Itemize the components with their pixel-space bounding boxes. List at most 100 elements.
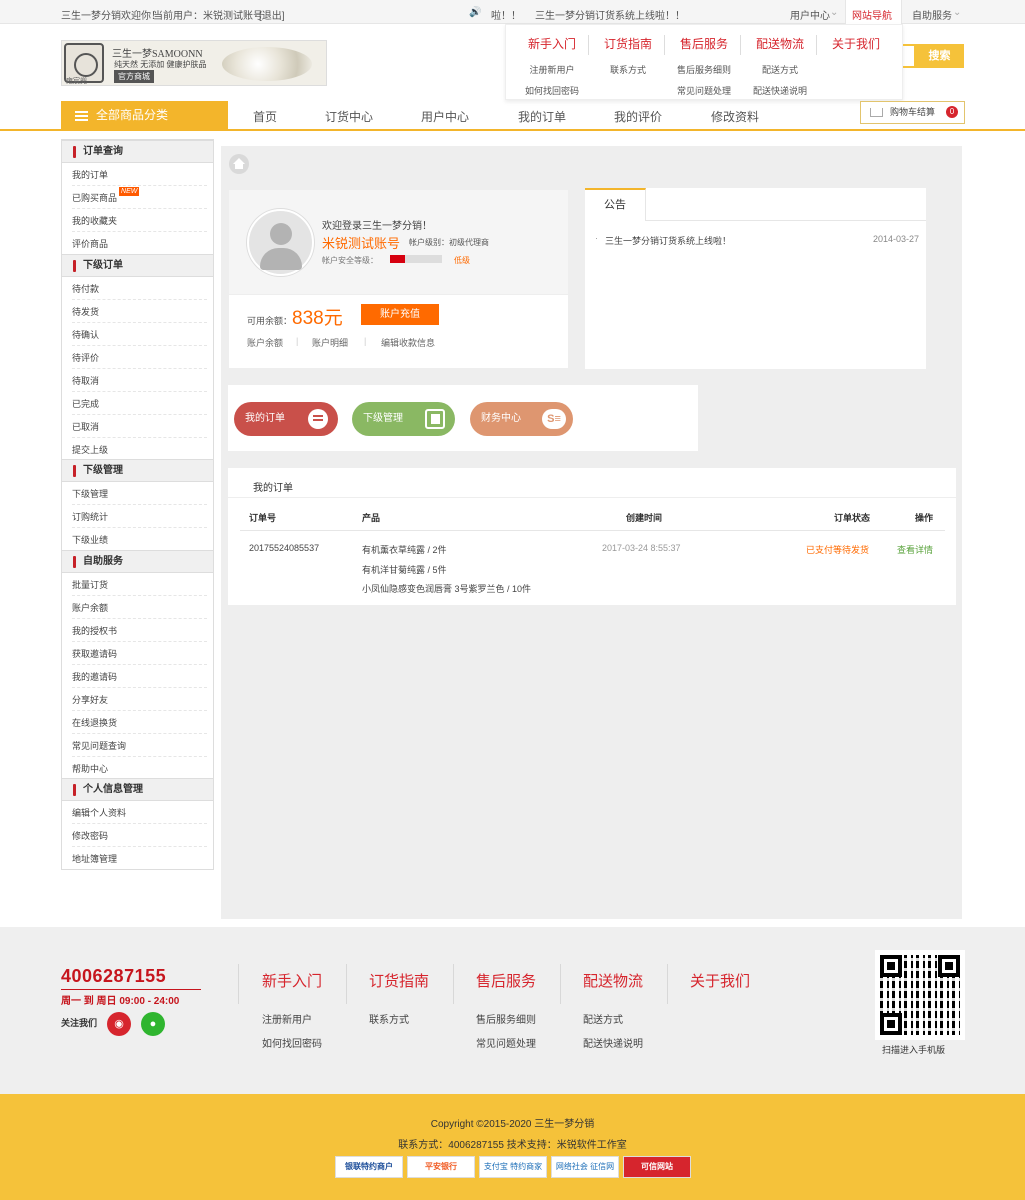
account-level: 帐户级别：初级代理商 — [409, 238, 489, 247]
sidebar-item[interactable]: 地址簿管理 — [72, 848, 207, 870]
user-center-link[interactable]: 用户中心 — [790, 7, 830, 22]
dropnav-link[interactable]: 售后服务细则 — [666, 60, 742, 81]
section-marker-icon — [73, 146, 76, 158]
nav-item-edit-profile[interactable]: 修改资料 — [711, 108, 759, 125]
divider: | — [296, 336, 299, 346]
nav-item-order-center[interactable]: 订货中心 — [325, 108, 373, 125]
order-product[interactable]: 有机洋甘菊纯露 / 5件 — [362, 563, 447, 576]
footer-link[interactable]: 注册新用户 — [262, 1011, 312, 1026]
logout-link[interactable]: [退出] — [259, 7, 285, 22]
sidebar-item[interactable]: 常见问题查询 — [72, 735, 207, 757]
cart-button[interactable]: 购物车结算 0 — [860, 101, 965, 124]
nav-item-home[interactable]: 首页 — [253, 108, 277, 125]
dropnav-title[interactable]: 关于我们 — [818, 35, 894, 52]
footer-link[interactable]: 常见问题处理 — [476, 1035, 536, 1050]
sidebar-item[interactable]: 待付款 — [72, 278, 207, 300]
footer-link[interactable]: 如何找回密码 — [262, 1035, 322, 1050]
sidebar-item[interactable]: 待评价 — [72, 347, 207, 369]
dropnav-title[interactable]: 售后服务 — [666, 35, 742, 52]
order-product[interactable]: 有机薰衣草纯露 / 2件 — [362, 543, 447, 556]
divider — [740, 35, 741, 55]
nav-item-my-reviews[interactable]: 我的评价 — [614, 108, 662, 125]
sidebar-item[interactable]: 修改密码 — [72, 825, 207, 847]
sidebar-item-favorites[interactable]: 我的收藏夹 — [72, 210, 207, 232]
dropnav-title[interactable]: 订货指南 — [590, 35, 666, 52]
account-detail-link[interactable]: 账户明细 — [312, 336, 348, 349]
view-details-link[interactable]: 查看详情 — [897, 543, 933, 556]
sidebar-item[interactable]: 帮助中心 — [72, 758, 207, 780]
my-orders-quick-button[interactable]: 我的订单 — [234, 402, 338, 436]
dropnav-link[interactable]: 如何找回密码 — [514, 81, 590, 102]
footer-col-title[interactable]: 配送物流 — [583, 970, 643, 991]
weibo-icon[interactable]: ◉ — [107, 1012, 131, 1036]
sidebar-item[interactable]: 订购统计 — [72, 506, 207, 528]
footer-link[interactable]: 售后服务细则 — [476, 1011, 536, 1026]
sub-manage-quick-button[interactable]: 下级管理 — [352, 402, 455, 436]
recharge-button[interactable]: 账户充值 — [361, 304, 439, 325]
site-nav-tab[interactable]: 网站导航 — [845, 0, 902, 24]
home-icon[interactable] — [229, 154, 249, 174]
all-categories-button[interactable]: 全部商品分类 — [61, 101, 228, 130]
dropnav-link[interactable]: 配送快递说明 — [742, 81, 818, 102]
tab-announcement[interactable]: 公告 — [585, 188, 646, 221]
unionpay-cert-badge[interactable]: 银联特约商户 — [335, 1156, 403, 1178]
pingan-cert-badge[interactable]: 平安银行 — [407, 1156, 475, 1178]
sidebar-item[interactable]: 在线退换货 — [72, 712, 207, 734]
wechat-icon[interactable]: ● — [141, 1012, 165, 1036]
footer-link[interactable]: 配送方式 — [583, 1011, 623, 1026]
search-button[interactable]: 搜索 — [915, 44, 964, 68]
qr-code[interactable] — [875, 950, 965, 1040]
sidebar-item[interactable]: 获取邀请码 — [72, 643, 207, 665]
sidebar-item[interactable]: 已完成 — [72, 393, 207, 415]
dropnav-link[interactable]: 联系方式 — [590, 60, 666, 81]
footer-col-title[interactable]: 新手入门 — [262, 970, 322, 991]
sidebar-item[interactable]: 分享好友 — [72, 689, 207, 711]
dropnav-link[interactable]: 注册新用户 — [514, 60, 590, 81]
dropnav-link[interactable]: 配送方式 — [742, 60, 818, 81]
order-created-time: 2017-03-24 8:55:37 — [602, 543, 681, 553]
dropnav-col: 订货指南 联系方式 — [590, 35, 666, 81]
balance-link[interactable]: 账户余额 — [247, 336, 283, 349]
divider — [667, 964, 668, 1004]
footer-col-title[interactable]: 订货指南 — [369, 970, 429, 991]
sidebar-item[interactable]: 提交上级 — [72, 439, 207, 461]
dropnav-link[interactable]: 常见问题处理 — [666, 81, 742, 102]
footer-link[interactable]: 配送快递说明 — [583, 1035, 643, 1050]
self-service-link[interactable]: 自助服务 — [912, 7, 952, 22]
sidebar-item[interactable]: 编辑个人资料 — [72, 802, 207, 824]
site-logo[interactable]: 三生一梦SAMOONN 纯天然 无添加 健康护肤品 官方商城 雍宸兜 — [61, 40, 327, 86]
sidebar-item[interactable]: 账户余额 — [72, 597, 207, 619]
sidebar-item-review[interactable]: 评价商品 — [72, 233, 207, 255]
nav-item-my-orders[interactable]: 我的订单 — [518, 108, 566, 125]
nav-item-user-center[interactable]: 用户中心 — [421, 108, 469, 125]
divider: | — [364, 336, 367, 346]
edit-payment-link[interactable]: 编辑收款信息 — [381, 336, 435, 349]
alipay-cert-badge[interactable]: 支付宝 特约商家 — [479, 1156, 547, 1178]
dropnav-title[interactable]: 配送物流 — [742, 35, 818, 52]
sidebar-item[interactable]: 批量订货 — [72, 574, 207, 596]
notice-text[interactable]: 三生一梦分销订货系统上线啦！！ — [535, 7, 685, 22]
footer-col-title[interactable]: 关于我们 — [690, 970, 750, 991]
sidebar-item[interactable]: 待取消 — [72, 370, 207, 392]
logo-slogan: 纯天然 无添加 健康护肤品 — [114, 60, 207, 69]
new-badge: NEW — [119, 187, 140, 196]
dropnav-title[interactable]: 新手入门 — [514, 35, 590, 52]
sidebar-item[interactable]: 下级业绩 — [72, 529, 207, 551]
announcement-item[interactable]: 三生一梦分销订货系统上线啦！ — [605, 234, 731, 247]
sidebar-item[interactable]: 已取消 — [72, 416, 207, 438]
sidebar-item-my-orders[interactable]: 我的订单 — [72, 164, 207, 186]
sidebar-item[interactable]: 我的授权书 — [72, 620, 207, 642]
credit-net-cert-badge[interactable]: 网络社会 征信网 — [551, 1156, 619, 1178]
sidebar-item-purchased[interactable]: 已购买商品NEW — [72, 187, 207, 209]
finance-quick-button[interactable]: 财务中心 S≡ — [470, 402, 573, 436]
footer-col-title[interactable]: 售后服务 — [476, 970, 536, 991]
sidebar-item[interactable]: 待发货 — [72, 301, 207, 323]
logo-badge: 官方商城 — [114, 70, 154, 83]
footer-link[interactable]: 联系方式 — [369, 1011, 409, 1026]
sidebar-item[interactable]: 我的邀请码 — [72, 666, 207, 688]
order-product[interactable]: 小凤仙隐感变色润唇膏 3号紫罗兰色 / 10件 — [362, 582, 531, 595]
speaker-icon: 🔊 — [469, 7, 482, 18]
trusted-site-cert-badge[interactable]: 可信网站 — [623, 1156, 691, 1178]
sidebar-item[interactable]: 下级管理 — [72, 483, 207, 505]
sidebar-item[interactable]: 待确认 — [72, 324, 207, 346]
